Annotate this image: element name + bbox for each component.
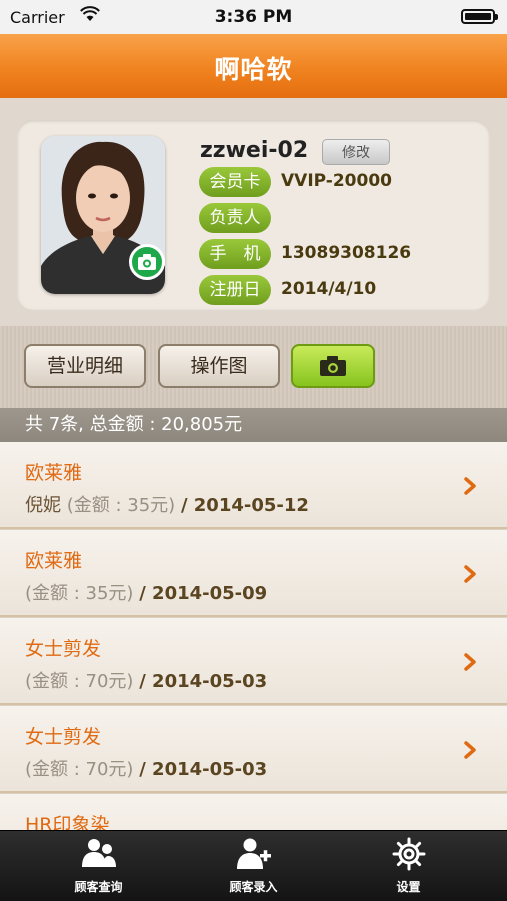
records-list: 欧莱雅 倪妮 (金额 : 35元) / 2014-05-12 欧莱雅 (金额 :… <box>0 442 507 830</box>
record-detail: 倪妮 (金额 : 35元) / 2014-05-12 <box>25 491 309 517</box>
summary-bar: 共 7条, 总金额 : 20,805元 <box>0 408 507 442</box>
tab-customer-entry[interactable]: 顾客录入 <box>169 831 338 901</box>
manager-label: 负责人 <box>199 203 271 233</box>
photo-edit-icon[interactable] <box>129 244 165 280</box>
list-item[interactable]: 女士剪发 (金额 : 70元) / 2014-05-03 <box>0 706 507 793</box>
list-item[interactable]: HR印象染 <box>0 794 507 830</box>
profile-card: zzwei-02 修改 会员卡 VVIP-20000 负责人 手 机 13089… <box>17 120 490 310</box>
profile-section: zzwei-02 修改 会员卡 VVIP-20000 负责人 手 机 13089… <box>0 98 507 326</box>
business-details-button[interactable]: 营业明细 <box>24 344 146 388</box>
tab-label: 顾客查询 <box>74 880 123 894</box>
list-item[interactable]: 欧莱雅 (金额 : 35元) / 2014-05-09 <box>0 530 507 617</box>
record-amount: (金额 : 70元) <box>25 671 134 692</box>
tab-customer-search[interactable]: 顾客查询 <box>14 831 183 901</box>
record-amount: (金额 : 35元) <box>66 495 176 516</box>
list-item[interactable]: 欧莱雅 倪妮 (金额 : 35元) / 2014-05-12 <box>0 442 507 529</box>
add-customer-icon <box>237 838 271 869</box>
service-name: HR印象染 <box>25 814 110 830</box>
record-date: / 2014-05-03 <box>139 671 268 692</box>
record-amount: (金额 : 70元) <box>25 759 134 780</box>
record-detail: (金额 : 70元) / 2014-05-03 <box>25 755 267 781</box>
list-item[interactable]: 女士剪发 (金额 : 70元) / 2014-05-03 <box>0 618 507 705</box>
membership-label: 会员卡 <box>199 167 271 197</box>
edit-button[interactable]: 修改 <box>322 139 390 165</box>
camera-button[interactable] <box>291 344 375 388</box>
record-date: / 2014-05-09 <box>139 583 268 604</box>
chevron-right-icon <box>464 565 476 583</box>
tab-settings[interactable]: 设置 <box>324 831 493 901</box>
record-detail: (金额 : 70元) / 2014-05-03 <box>25 667 267 693</box>
chevron-right-icon <box>464 741 476 759</box>
register-date-value: 2014/4/10 <box>281 279 377 299</box>
record-person: 倪妮 <box>25 495 61 516</box>
phone-label: 手 机 <box>199 239 271 269</box>
tab-label: 顾客录入 <box>229 880 278 894</box>
action-bar: 营业明细 操作图 <box>0 326 507 408</box>
operation-photos-button[interactable]: 操作图 <box>158 344 280 388</box>
service-name: 女士剪发 <box>25 638 102 660</box>
record-detail: (金额 : 35元) / 2014-05-09 <box>25 579 267 605</box>
customers-icon <box>82 839 116 867</box>
service-name: 欧莱雅 <box>25 550 83 572</box>
chevron-right-icon <box>464 653 476 671</box>
service-name: 女士剪发 <box>25 726 102 748</box>
page-title: 啊哈软 <box>214 55 293 84</box>
record-amount: (金额 : 35元) <box>25 583 134 604</box>
tab-label: 设置 <box>396 880 421 894</box>
chevron-right-icon <box>464 477 476 495</box>
nav-bar: 啊哈软 <box>0 34 507 99</box>
register-date-label: 注册日 <box>199 275 271 305</box>
record-date: / 2014-05-12 <box>180 495 309 516</box>
service-name: 欧莱雅 <box>25 462 83 484</box>
tab-bar: 顾客查询 顾客录入 设置 <box>0 830 507 901</box>
gear-icon <box>392 837 426 871</box>
record-date: / 2014-05-03 <box>139 759 268 780</box>
membership-value: VVIP-20000 <box>281 171 392 191</box>
customer-name: zzwei-02 <box>200 138 309 163</box>
status-bar: Carrier 3:36 PM <box>0 0 507 34</box>
camera-icon <box>320 356 346 376</box>
status-time: 3:36 PM <box>214 7 293 27</box>
phone-value: 13089308126 <box>281 243 412 263</box>
battery-icon <box>461 9 498 24</box>
